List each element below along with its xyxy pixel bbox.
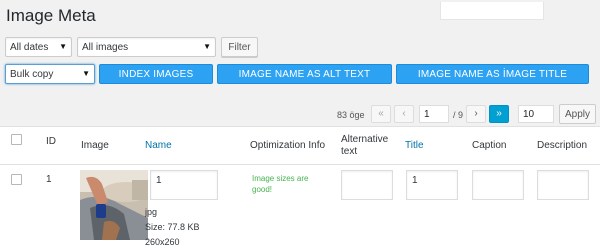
caption-input[interactable] [472,170,524,200]
chevron-down-icon: ▼ [203,42,211,51]
bulk-action-value: Bulk copy [10,69,54,80]
alt-text-input[interactable] [341,170,393,200]
row-checkbox[interactable] [11,174,22,185]
chevron-down-icon: ▼ [82,69,90,78]
image-size: Size: 77.8 KB [145,222,200,232]
image-thumbnail[interactable] [80,170,148,240]
top-admin-bar-fragment [440,2,544,20]
page-title: Image Meta [6,6,96,25]
item-count: 83 öge [337,110,365,120]
first-page-button[interactable]: « [371,105,391,123]
prev-page-button[interactable]: ‹ [394,105,414,123]
last-page-button[interactable]: » [489,105,509,123]
image-meta-table: ID Image Name Optimization Info Alternat… [0,126,600,251]
header-title-sort[interactable]: Title [405,140,424,152]
header-optimization: Optimization Info [250,140,326,151]
row-id: 1 [46,174,52,185]
header-description: Description [537,140,588,151]
header-name-sort[interactable]: Name [145,140,172,152]
next-page-button[interactable]: › [466,105,486,123]
types-filter-value: All images [82,42,129,53]
dates-filter-value: All dates [10,42,49,53]
image-name-as-alt-button[interactable]: IMAGE NAME AS ALT TEXT [217,64,392,84]
image-extension: jpg [145,207,158,217]
per-page-input[interactable]: 10 [518,105,554,123]
table-header-row: ID Image Name Optimization Info Alternat… [0,127,600,165]
header-image: Image [81,140,109,151]
total-pages: / 9 [453,110,464,120]
filter-button[interactable]: Filter [221,37,258,57]
header-caption: Caption [472,140,507,151]
optimization-status: Image sizes are good! [252,174,309,194]
header-alt-text: Alternative text [341,134,389,157]
description-input[interactable] [537,170,589,200]
select-all-checkbox[interactable] [11,134,22,145]
title-input[interactable]: 1 [406,170,458,200]
types-filter-select[interactable]: All images ▼ [77,37,216,57]
chevron-down-icon: ▼ [59,42,67,51]
image-name-as-title-button[interactable]: IMAGE NAME AS İMAGE TITLE [396,64,589,84]
name-input[interactable]: 1 [150,170,218,200]
current-page-input[interactable]: 1 [419,105,449,123]
image-dimensions: 260x260 [145,237,180,247]
index-images-button[interactable]: INDEX IMAGES [99,64,213,84]
apply-button[interactable]: Apply [559,104,596,124]
header-id: ID [46,136,56,147]
dates-filter-select[interactable]: All dates ▼ [5,37,72,57]
bulk-action-select[interactable]: Bulk copy ▼ [5,64,95,84]
